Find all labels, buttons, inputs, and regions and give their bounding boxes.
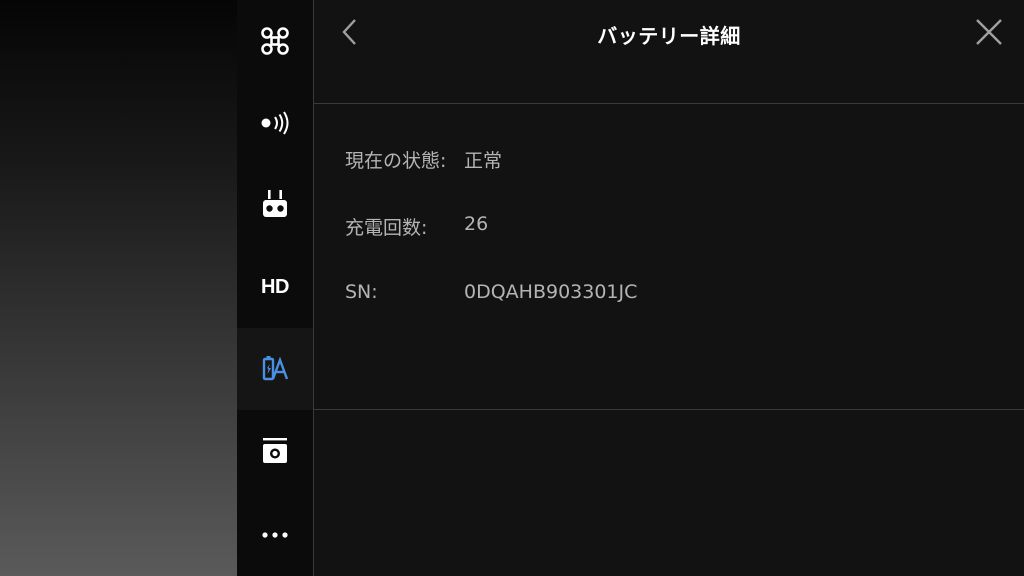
section-divider bbox=[314, 409, 1024, 410]
page-title: バッテリー詳細 bbox=[597, 24, 741, 48]
status-value: 正常 bbox=[464, 150, 503, 172]
sidebar-item-signal[interactable] bbox=[237, 82, 313, 164]
sidebar-item-more[interactable] bbox=[237, 494, 313, 576]
serial-number-value: 0DQAHB903301JC bbox=[464, 281, 638, 303]
more-dots-icon bbox=[261, 531, 289, 539]
close-button[interactable] bbox=[972, 16, 1006, 52]
battery-icon bbox=[260, 355, 290, 383]
camera-icon bbox=[261, 437, 289, 465]
remote-controller-icon bbox=[261, 190, 289, 220]
sidebar-item-aircraft[interactable] bbox=[237, 0, 313, 82]
sidebar-item-remote-controller[interactable] bbox=[237, 164, 313, 246]
charge-cycles-label: 充電回数: bbox=[345, 217, 428, 239]
header-divider bbox=[314, 103, 1024, 104]
sidebar-item-hd[interactable]: HD bbox=[237, 246, 313, 328]
signal-broadcast-icon bbox=[259, 111, 291, 135]
panel-header: バッテリー詳細 bbox=[314, 0, 1024, 103]
drone-icon bbox=[260, 26, 290, 56]
charge-cycles-value: 26 bbox=[464, 213, 489, 235]
settings-sidebar: HD bbox=[237, 0, 313, 576]
serial-number-label: SN: bbox=[345, 281, 378, 303]
battery-detail-panel: バッテリー詳細 現在の状態: 正常 充電回数: 26 SN: 0DQAHB903… bbox=[314, 0, 1024, 576]
camera-view-backdrop bbox=[0, 0, 237, 576]
status-label: 現在の状態: bbox=[345, 150, 447, 172]
sidebar-item-camera[interactable] bbox=[237, 410, 313, 492]
hd-label: HD bbox=[261, 275, 289, 298]
sidebar-item-battery[interactable] bbox=[237, 328, 313, 410]
close-icon bbox=[975, 18, 1003, 50]
